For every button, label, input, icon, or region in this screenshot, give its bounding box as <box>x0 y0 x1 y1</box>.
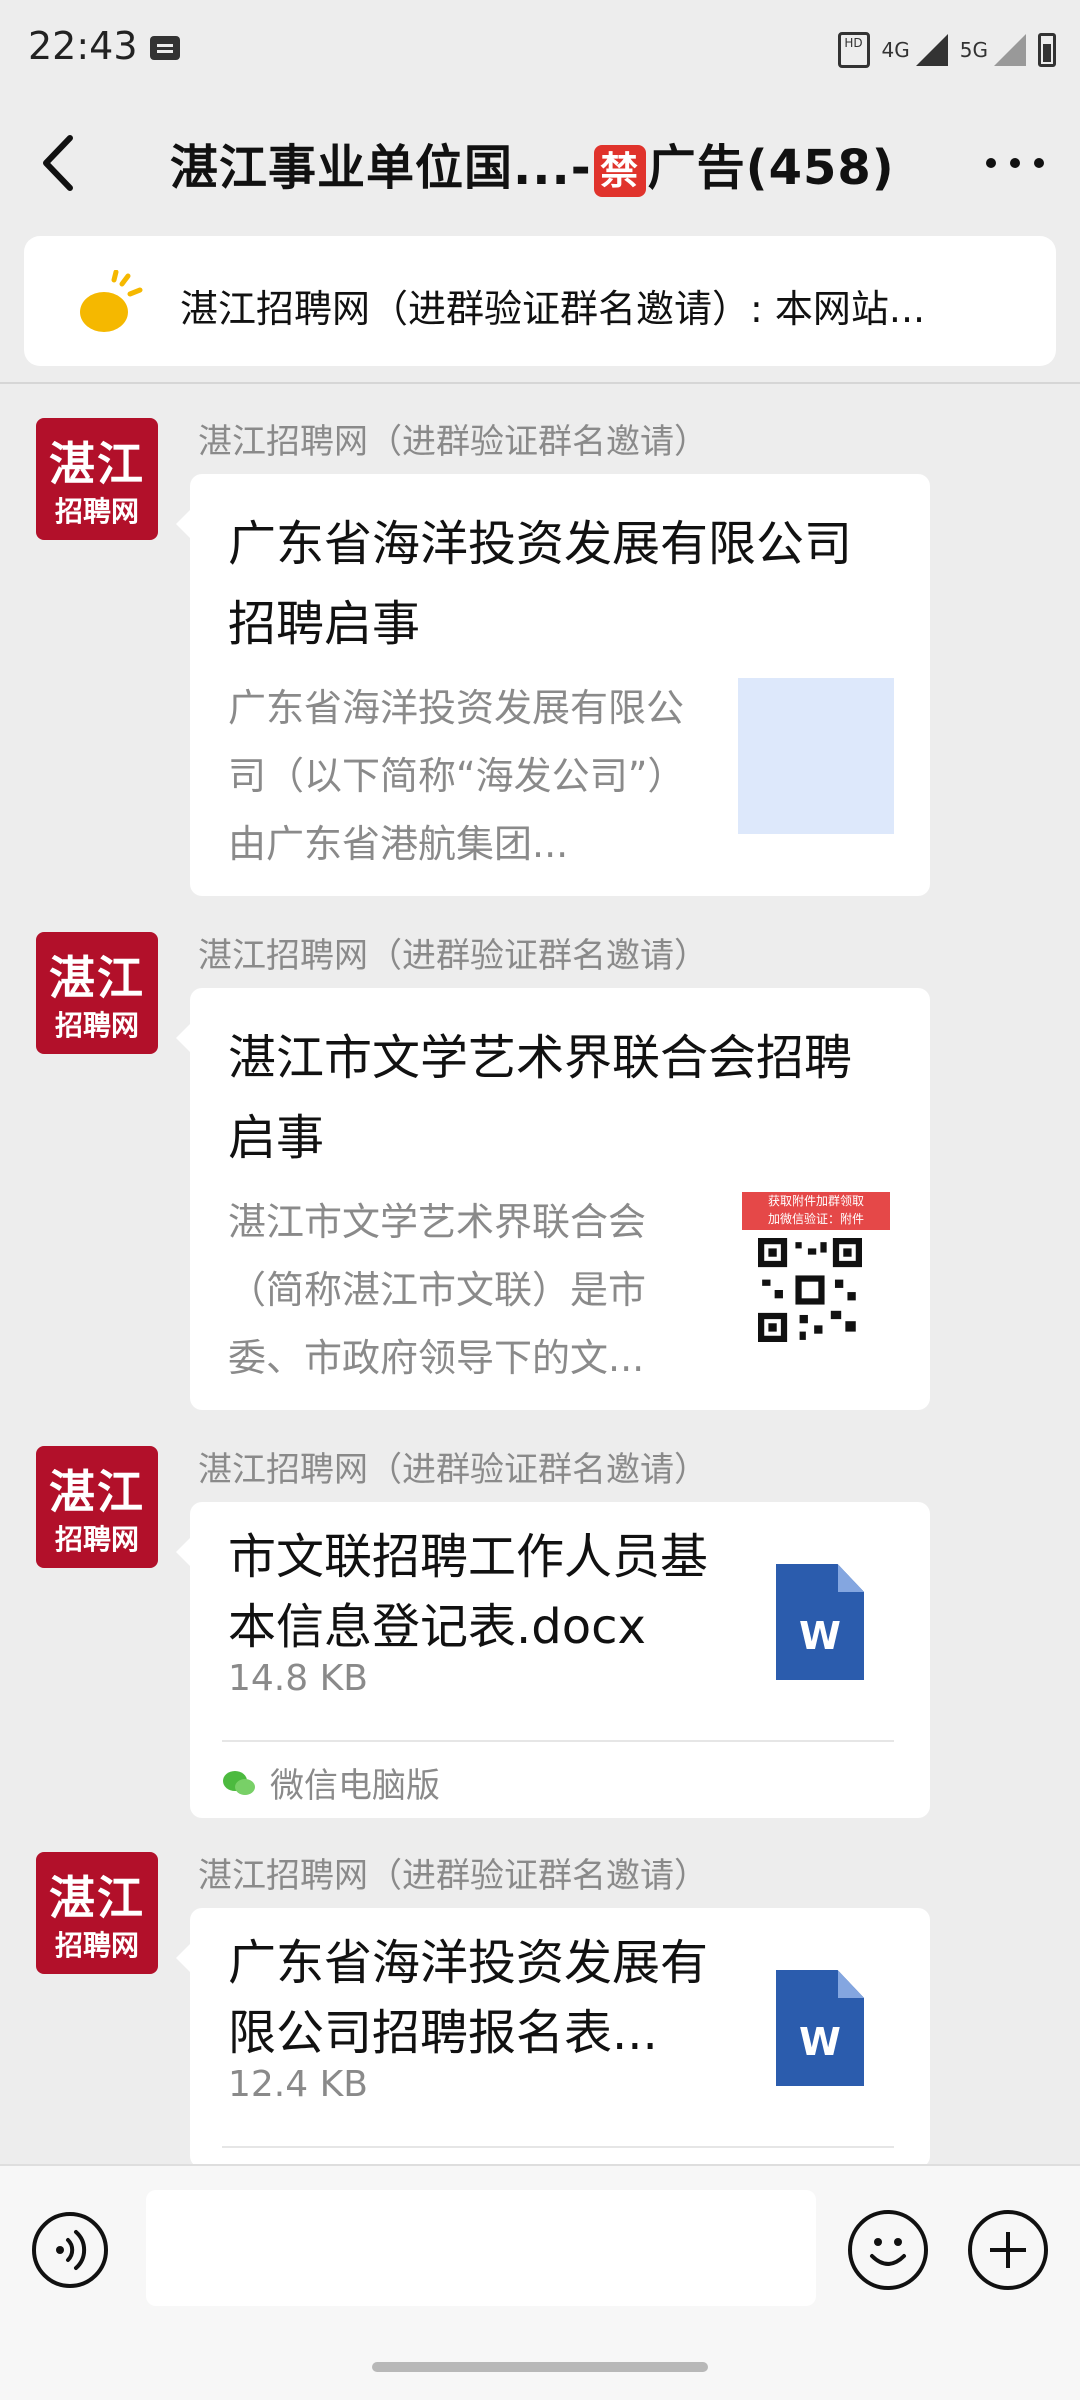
word-file-icon: W <box>776 1564 864 1680</box>
avatar[interactable]: 湛江 招聘网 <box>36 1446 158 1568</box>
thumbnail-caption-line2: 加微信验证：附件 <box>767 1212 864 1226</box>
chat-header: 湛江事业单位国...- 禁广告(458) <box>0 100 1080 230</box>
divider <box>0 382 1080 384</box>
hd-icon: HD <box>837 32 870 68</box>
announcement-bulb-icon <box>80 270 143 332</box>
network-label-5g: 5G <box>959 38 988 62</box>
article-thumbnail <box>738 678 894 834</box>
divider <box>222 2146 894 2148</box>
home-indicator[interactable] <box>372 2362 708 2372</box>
avatar-line2: 招聘网 <box>54 1009 139 1042</box>
chat-title-suffix: 广告(458) <box>647 140 895 196</box>
file-name: 广东省海洋投资发展有限公司招聘报名表... <box>228 1935 709 2061</box>
avatar-line2: 招聘网 <box>54 1929 139 1962</box>
voice-icon[interactable] <box>32 2212 108 2288</box>
status-indicators: HD 4G 5G <box>837 26 1056 74</box>
network-label-4g: 4G <box>881 38 910 62</box>
file-card[interactable]: 广东省海洋投资发展有限公司招聘报名表... 12.4 KB W <box>176 1908 930 2168</box>
status-bar: 22:43 HD 4G 5G <box>0 0 1080 100</box>
article-description: 广东省海洋投资发展有限公司（以下简称“海发公司”）由广东省港航集团... <box>228 686 686 866</box>
avatar-line1: 湛江 <box>49 1871 145 1925</box>
chat-title[interactable]: 湛江事业单位国...- 禁广告(458) <box>170 128 895 198</box>
qr-code-icon <box>758 1238 862 1342</box>
chevron-left-icon[interactable] <box>30 128 90 198</box>
thumbnail-caption: 获取附件加群领取 加微信验证：附件 <box>742 1192 890 1230</box>
avatar-line1: 湛江 <box>49 437 145 491</box>
emoji-icon[interactable] <box>848 2210 928 2290</box>
article-title: 广东省海洋投资发展有限公司招聘启事 <box>228 516 853 652</box>
message-input[interactable] <box>146 2190 816 2306</box>
word-file-icon: W <box>776 1970 864 2086</box>
avatar-line1: 湛江 <box>49 1465 145 1519</box>
file-size: 14.8 KB <box>228 1658 368 1699</box>
avatar[interactable]: 湛江 招聘网 <box>36 418 158 540</box>
signal-icon <box>915 34 948 66</box>
article-title: 湛江市文学艺术界联合会招聘启事 <box>228 1030 853 1166</box>
message-source: 微信电脑版 <box>222 1758 440 1807</box>
avatar[interactable]: 湛江 招聘网 <box>36 932 158 1054</box>
sender-name: 湛江招聘网（进群验证群名邀请） <box>198 422 708 462</box>
article-card[interactable]: 广东省海洋投资发展有限公司招聘启事 广东省海洋投资发展有限公司（以下简称“海发公… <box>176 474 930 896</box>
avatar-line2: 招聘网 <box>54 495 139 528</box>
avatar-line2: 招聘网 <box>54 1523 139 1556</box>
chat-title-prefix: 湛江事业单位国...- <box>170 140 592 196</box>
message-source-label: 微信电脑版 <box>270 1766 440 1806</box>
signal-icon <box>994 34 1026 66</box>
sender-name: 湛江招聘网（进群验证群名邀请） <box>198 1450 708 1490</box>
status-time: 22:43 <box>28 24 138 68</box>
wechat-icon <box>223 1770 255 1795</box>
divider <box>222 1740 894 1742</box>
more-horizontal-icon[interactable] <box>986 158 1044 168</box>
avatar[interactable]: 湛江 招聘网 <box>36 1852 158 1974</box>
file-name: 市文联招聘工作人员基本信息登记表.docx <box>228 1529 709 1655</box>
sender-name: 湛江招聘网（进群验证群名邀请） <box>198 936 708 976</box>
article-card[interactable]: 湛江市文学艺术界联合会招聘启事 湛江市文学艺术界联合会（简称湛江市文联）是市委、… <box>176 988 930 1410</box>
file-size: 12.4 KB <box>228 2064 368 2105</box>
battery-icon <box>1038 33 1056 67</box>
ban-emoji-icon: 禁 <box>593 145 646 197</box>
pinned-announcement[interactable]: 湛江招聘网（进群验证群名邀请）: 本网站... <box>24 236 1056 366</box>
announcement-text: 湛江招聘网（进群验证群名邀请）: 本网站... <box>180 287 926 331</box>
notification-message-icon <box>150 36 180 60</box>
plus-icon[interactable] <box>968 2210 1048 2290</box>
file-card[interactable]: 市文联招聘工作人员基本信息登记表.docx 14.8 KB W 微信电脑版 <box>176 1502 930 1818</box>
article-description: 湛江市文学艺术界联合会（简称湛江市文联）是市委、市政府领导下的文... <box>228 1200 647 1380</box>
avatar-line1: 湛江 <box>49 951 145 1005</box>
thumbnail-caption-line1: 获取附件加群领取 <box>767 1194 864 1208</box>
sender-name: 湛江招聘网（进群验证群名邀请） <box>198 1856 708 1896</box>
qr-code-thumbnail: 获取附件加群领取 加微信验证：附件 <box>738 1192 894 1348</box>
